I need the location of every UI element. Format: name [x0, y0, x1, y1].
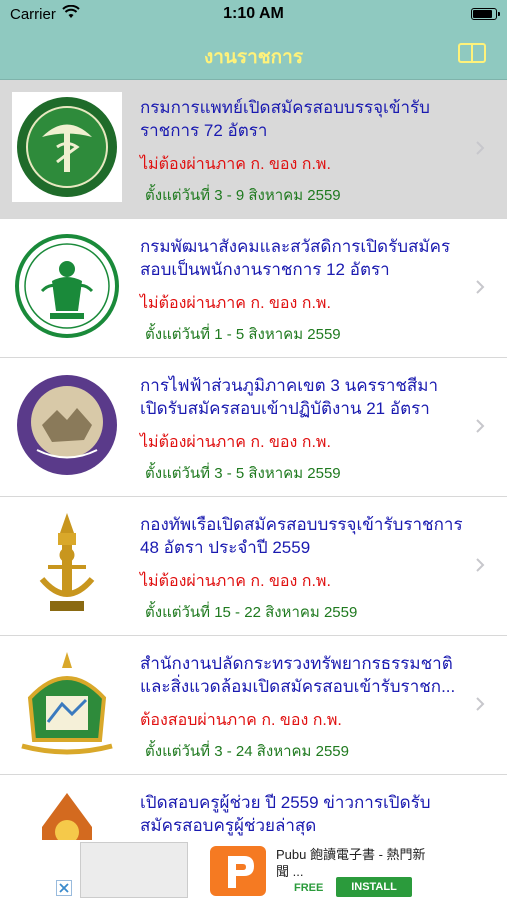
- pubu-app-icon: [210, 846, 266, 896]
- teachers-council-logo: [12, 787, 122, 840]
- item-date: ตั้งแต่วันที่ 1 - 5 สิงหาคม 2559: [145, 326, 341, 343]
- item-status: ไม่ต้องผ่านภาค ก. ของ ก.พ.: [140, 156, 331, 173]
- item-date: ตั้งแต่วันที่ 3 - 9 สิงหาคม 2559: [145, 187, 341, 204]
- list-item[interactable]: การไฟฟ้าส่วนภูมิภาคเขต 3 นครราชสีมา เปิด…: [0, 358, 507, 497]
- item-status: ไม่ต้องผ่านภาค ก. ของ ก.พ.: [140, 295, 331, 312]
- ad-screenshot-image: [80, 842, 188, 898]
- item-title: การไฟฟ้าส่วนภูมิภาคเขต 3 นครราชสีมา เปิด…: [140, 376, 439, 418]
- item-status: ต้องสอบผ่านภาค ก. ของ ก.พ.: [140, 712, 342, 729]
- natural-resources-ministry-logo: [12, 648, 122, 758]
- ad-title: Pubu 飽讀電子書 - 熱門新聞 ...: [276, 847, 426, 879]
- list-item[interactable]: สำนักงานปลัดกระทรวงทรัพยากรธรรมชาติและสิ…: [0, 636, 507, 775]
- item-status: ไม่ต้องผ่านภาค ก. ของ ก.พ.: [140, 573, 331, 590]
- item-title: สำนักงานปลัดกระทรวงทรัพยากรธรรมชาติและสิ…: [140, 654, 456, 696]
- chevron-right-icon: [476, 697, 485, 711]
- page-title: งานราชการ: [203, 47, 304, 68]
- ad-price-label: FREE: [294, 882, 324, 894]
- item-date: ตั้งแต่วันที่ 3 - 24 สิงหาคม 2559: [145, 743, 349, 760]
- item-title: กรมการแพทย์เปิดสมัครสอบบรรจุเข้ารับราชกา…: [140, 98, 430, 140]
- job-list: กรมการแพทย์เปิดสมัครสอบบรรจุเข้ารับราชกา…: [0, 80, 507, 840]
- item-title: กองทัพเรือเปิดสมัครสอบบรรจุเข้ารับราชการ…: [140, 515, 463, 557]
- item-status: ไม่ต้องผ่านภาค ก. ของ ก.พ.: [140, 434, 331, 451]
- ad-banner[interactable]: Pubu 飽讀電子書 - 熱門新聞 ... FREE INSTALL: [0, 840, 507, 900]
- list-item[interactable]: กรมพัฒนาสังคมและสวัสดิการเปิดรับสมัครสอบ…: [0, 219, 507, 358]
- social-development-logo: [12, 231, 122, 341]
- status-bar: Carrier 1:10 AM: [0, 0, 507, 30]
- item-date: ตั้งแต่วันที่ 15 - 22 สิงหาคม 2559: [145, 604, 358, 621]
- pea-logo: [12, 370, 122, 480]
- chevron-right-icon: [476, 419, 485, 433]
- chevron-right-icon: [476, 280, 485, 294]
- navigation-bar: งานราชการ: [0, 30, 507, 80]
- close-ad-icon[interactable]: [56, 880, 72, 896]
- list-item[interactable]: เปิดสอบครูผู้ช่วย ปี 2559 ข่าวการเปิดรับ…: [0, 775, 507, 840]
- department-of-medical-services-logo: [12, 92, 122, 202]
- battery-icon: [471, 8, 500, 20]
- list-item[interactable]: กองทัพเรือเปิดสมัครสอบบรรจุเข้ารับราชการ…: [0, 497, 507, 636]
- chevron-right-icon: [476, 558, 485, 572]
- royal-navy-logo: [12, 509, 122, 619]
- item-title: เปิดสอบครูผู้ช่วย ปี 2559 ข่าวการเปิดรับ…: [140, 793, 431, 835]
- list-item[interactable]: กรมการแพทย์เปิดสมัครสอบบรรจุเข้ารับราชกา…: [0, 80, 507, 219]
- chevron-right-icon: [476, 141, 485, 155]
- item-title: กรมพัฒนาสังคมและสวัสดิการเปิดรับสมัครสอบ…: [140, 237, 451, 279]
- item-date: ตั้งแต่วันที่ 3 - 5 สิงหาคม 2559: [145, 465, 341, 482]
- book-icon[interactable]: [457, 40, 487, 66]
- install-button[interactable]: INSTALL: [336, 877, 412, 897]
- clock: 1:10 AM: [223, 5, 284, 22]
